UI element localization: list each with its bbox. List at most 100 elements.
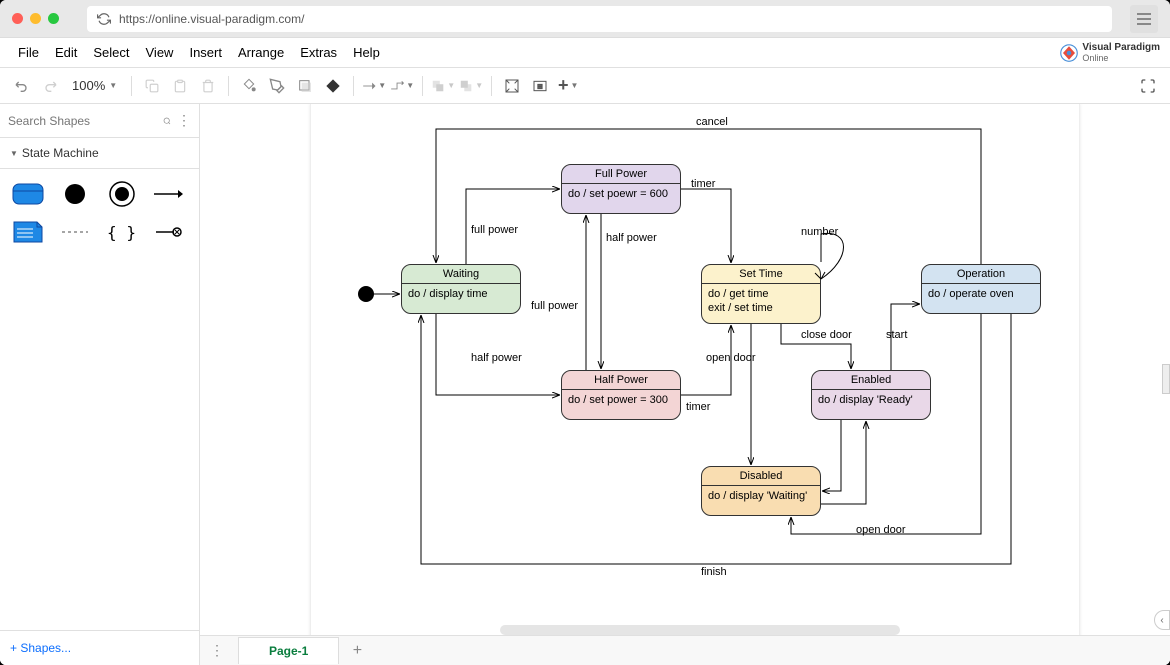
collapse-panel-button[interactable]: ‹ <box>1154 610 1170 630</box>
more-vertical-icon[interactable]: ⋮ <box>210 642 224 659</box>
search-input[interactable] <box>8 114 163 128</box>
more-shapes-button[interactable]: + Shapes... <box>0 630 199 665</box>
chevron-down-icon: ▼ <box>109 81 117 90</box>
canvas-area[interactable]: Waiting do / display time Full Power do … <box>200 104 1170 665</box>
shape-palette: { } <box>0 169 199 257</box>
vp-logo-icon <box>1060 44 1078 62</box>
line-color-button[interactable] <box>265 74 289 98</box>
edge-label-finish: finish <box>701 566 727 578</box>
shadow-button[interactable] <box>293 74 317 98</box>
edge-label-number: number <box>801 226 838 238</box>
fill-color-button[interactable] <box>237 74 261 98</box>
shape-transition[interactable] <box>150 179 186 209</box>
state-title: Full Power <box>562 165 680 184</box>
sidebar: ⋮ ▼ State Machine { } + Shapes... <box>0 104 200 665</box>
undo-button[interactable] <box>10 74 34 98</box>
state-title: Half Power <box>562 371 680 390</box>
menu-help[interactable]: Help <box>345 41 388 64</box>
delete-button[interactable] <box>196 74 220 98</box>
state-body: do / get time exit / set time <box>702 284 820 319</box>
svg-text:⊞: ⊞ <box>537 83 543 90</box>
shape-terminate[interactable] <box>150 217 186 247</box>
browser-menu-button[interactable] <box>1130 5 1158 33</box>
tab-page-1[interactable]: Page-1 <box>238 637 339 664</box>
chevron-down-icon: ▼ <box>406 81 414 90</box>
style-button[interactable] <box>321 74 345 98</box>
shape-constraint[interactable]: { } <box>104 217 140 247</box>
right-panel-handle[interactable] <box>1162 364 1170 394</box>
edge-label-open-door-1: open door <box>706 352 756 364</box>
brand-line2: Online <box>1082 53 1160 63</box>
state-set-time[interactable]: Set Time do / get time exit / set time <box>701 264 821 324</box>
actual-size-button[interactable]: ⊞ <box>528 74 552 98</box>
search-box: ⋮ <box>0 104 199 138</box>
state-half-power[interactable]: Half Power do / set power = 300 <box>561 370 681 420</box>
edge-label-full-power-2: full power <box>531 300 578 312</box>
window-controls <box>12 13 59 24</box>
toolbar: 100%▼ ▼ ▼ ▼ ▼ ⊞ +▼ <box>0 68 1170 104</box>
shape-state[interactable] <box>10 179 46 209</box>
state-title: Set Time <box>702 265 820 284</box>
state-enabled[interactable]: Enabled do / display 'Ready' <box>811 370 931 420</box>
initial-state-node[interactable] <box>358 286 374 302</box>
menu-extras[interactable]: Extras <box>292 41 345 64</box>
state-body: do / operate oven <box>922 284 1040 304</box>
shape-final-state[interactable] <box>104 179 140 209</box>
state-body: do / set power = 300 <box>562 390 680 410</box>
fullscreen-button[interactable] <box>1136 74 1160 98</box>
menu-view[interactable]: View <box>138 41 182 64</box>
state-full-power[interactable]: Full Power do / set poewr = 600 <box>561 164 681 214</box>
diagram-canvas[interactable]: Waiting do / display time Full Power do … <box>310 104 1080 665</box>
edge-label-close-door: close door <box>801 329 852 341</box>
zoom-selector[interactable]: 100%▼ <box>66 78 123 93</box>
menu-insert[interactable]: Insert <box>181 41 230 64</box>
to-front-button[interactable]: ▼ <box>431 74 455 98</box>
maximize-window-button[interactable] <box>48 13 59 24</box>
brand-line1: Visual Paradigm <box>1082 42 1160 53</box>
edge-label-half-power: half power <box>471 352 522 364</box>
menu-arrange[interactable]: Arrange <box>230 41 292 64</box>
shape-initial-state[interactable] <box>57 179 93 209</box>
shape-note[interactable] <box>10 217 46 247</box>
section-header-state-machine[interactable]: ▼ State Machine <box>0 138 199 169</box>
edge-label-open-door-2: open door <box>856 524 906 536</box>
tabbar: ⋮ Page-1 + <box>200 635 1170 665</box>
state-body: do / display time <box>402 284 520 304</box>
menu-edit[interactable]: Edit <box>47 41 85 64</box>
url-bar[interactable]: https://online.visual-paradigm.com/ <box>87 6 1112 32</box>
edge-label-timer-1: timer <box>691 178 715 190</box>
chevron-down-icon: ▼ <box>378 81 386 90</box>
waypoint-button[interactable]: ▼ <box>390 74 414 98</box>
search-icon[interactable] <box>163 114 171 128</box>
horizontal-scrollbar[interactable] <box>500 625 900 635</box>
state-title: Enabled <box>812 371 930 390</box>
close-window-button[interactable] <box>12 13 23 24</box>
edge-label-half-power-2: half power <box>606 232 657 244</box>
more-vertical-icon[interactable]: ⋮ <box>177 112 191 129</box>
brand: Visual ParadigmOnline <box>1060 42 1160 63</box>
state-title: Operation <box>922 265 1040 284</box>
add-page-button[interactable]: + <box>347 641 367 661</box>
reload-icon[interactable] <box>97 12 111 26</box>
browser-titlebar: https://online.visual-paradigm.com/ <box>0 0 1170 38</box>
fit-button[interactable] <box>500 74 524 98</box>
chevron-down-icon: ▼ <box>570 81 578 90</box>
state-waiting[interactable]: Waiting do / display time <box>401 264 521 314</box>
paste-button[interactable] <box>168 74 192 98</box>
connectors <box>311 104 1081 584</box>
connection-button[interactable]: ▼ <box>362 74 386 98</box>
add-button[interactable]: +▼ <box>556 74 580 98</box>
minimize-window-button[interactable] <box>30 13 41 24</box>
url-text: https://online.visual-paradigm.com/ <box>119 12 304 26</box>
shape-anchor[interactable] <box>57 217 93 247</box>
menubar: File Edit Select View Insert Arrange Ext… <box>0 38 1170 68</box>
chevron-down-icon: ▼ <box>10 149 18 158</box>
state-disabled[interactable]: Disabled do / display 'Waiting' <box>701 466 821 516</box>
to-back-button[interactable]: ▼ <box>459 74 483 98</box>
copy-button[interactable] <box>140 74 164 98</box>
menu-select[interactable]: Select <box>85 41 137 64</box>
menu-file[interactable]: File <box>10 41 47 64</box>
state-operation[interactable]: Operation do / operate oven <box>921 264 1041 314</box>
state-body: do / display 'Ready' <box>812 390 930 410</box>
redo-button[interactable] <box>38 74 62 98</box>
